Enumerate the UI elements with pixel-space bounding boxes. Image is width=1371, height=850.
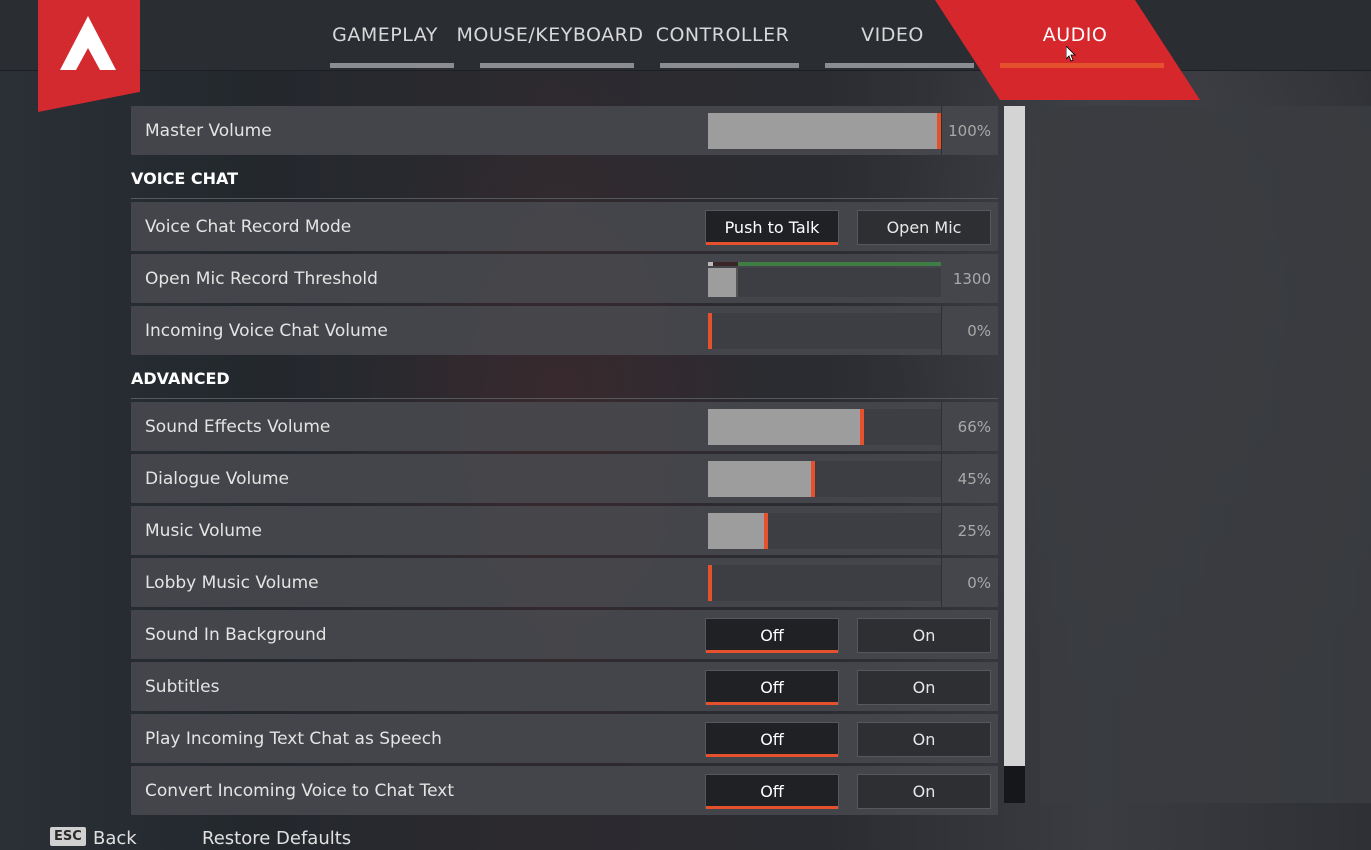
open-mic-button[interactable]: Open Mic <box>857 210 991 245</box>
tab-label: MOUSE/KEYBOARD <box>456 24 644 46</box>
sound-effects-volume-slider[interactable] <box>708 409 941 445</box>
description-pane <box>1040 106 1371 803</box>
tab-mouse-keyboard[interactable]: MOUSE/KEYBOARD <box>457 0 643 70</box>
slider-handle[interactable] <box>764 513 768 549</box>
tab-underline <box>330 63 454 68</box>
tab-underline <box>480 63 634 68</box>
open-mic-threshold-slider[interactable] <box>708 268 941 297</box>
text-chat-speech-off-button[interactable]: Off <box>705 722 839 757</box>
voice-to-text-off-button[interactable]: Off <box>705 774 839 809</box>
mic-level-indicator <box>708 262 713 266</box>
setting-label: Play Incoming Text Chat as Speech <box>145 728 442 749</box>
dialogue-volume-row: Dialogue Volume 45% <box>131 454 998 503</box>
sound-in-background-off-button[interactable]: Off <box>705 618 839 653</box>
slider-handle[interactable] <box>736 268 738 297</box>
setting-label: Lobby Music Volume <box>145 572 319 593</box>
setting-label: Music Volume <box>145 520 262 541</box>
setting-label: Sound Effects Volume <box>145 416 331 437</box>
scrollbar-thumb[interactable] <box>1004 106 1025 766</box>
incoming-voice-volume-slider[interactable] <box>708 313 941 349</box>
setting-label: Voice Chat Record Mode <box>145 216 352 237</box>
tab-label: AUDIO <box>1042 24 1108 46</box>
master-volume-slider[interactable] <box>708 113 941 149</box>
music-volume-row: Music Volume 25% <box>131 506 998 555</box>
tab-label: VIDEO <box>861 24 924 46</box>
setting-label: Subtitles <box>145 676 220 697</box>
voice-to-text-row: Convert Incoming Voice to Chat Text Off … <box>131 766 998 815</box>
slider-handle[interactable] <box>708 313 712 349</box>
section-heading-voice-chat: VOICE CHAT <box>131 158 998 199</box>
music-volume-slider[interactable] <box>708 513 941 549</box>
push-to-talk-button[interactable]: Push to Talk <box>705 210 839 245</box>
mic-level-range <box>738 262 941 266</box>
slider-fill <box>708 513 766 549</box>
sound-effects-volume-row: Sound Effects Volume 66% <box>131 402 998 451</box>
slider-handle[interactable] <box>860 409 864 445</box>
back-button[interactable]: Back <box>93 828 137 849</box>
lobby-music-volume-row: Lobby Music Volume 0% <box>131 558 998 607</box>
text-chat-speech-row: Play Incoming Text Chat as Speech Off On <box>131 714 998 763</box>
subtitles-off-button[interactable]: Off <box>705 670 839 705</box>
setting-value: 100% <box>941 106 998 155</box>
sound-in-background-on-button[interactable]: On <box>857 618 991 653</box>
setting-value: 0% <box>941 306 998 355</box>
esc-key-hint: ESC <box>50 827 86 846</box>
setting-label: Sound In Background <box>145 624 327 645</box>
setting-value: 0% <box>941 558 998 607</box>
slider-handle[interactable] <box>708 565 712 601</box>
open-mic-threshold-row: Open Mic Record Threshold 1300 <box>131 254 998 303</box>
subtitles-on-button[interactable]: On <box>857 670 991 705</box>
sound-in-background-row: Sound In Background Off On <box>131 610 998 659</box>
tab-underline <box>660 63 799 68</box>
setting-value: 45% <box>941 454 998 503</box>
tab-underline <box>825 63 974 68</box>
slider-fill <box>708 409 862 445</box>
slider-handle[interactable] <box>811 461 815 497</box>
text-chat-speech-on-button[interactable]: On <box>857 722 991 757</box>
incoming-voice-volume-row: Incoming Voice Chat Volume 0% <box>131 306 998 355</box>
settings-scrollbar[interactable] <box>1004 106 1025 803</box>
mic-level-meter <box>708 262 941 266</box>
slider-fill <box>708 461 813 497</box>
tab-label: CONTROLLER <box>655 24 790 46</box>
audio-settings-panel: Master Volume 100% VOICE CHAT Voice Chat… <box>131 106 998 818</box>
setting-value: 1300 <box>952 269 991 288</box>
apex-logo-icon <box>38 0 140 112</box>
setting-label: Dialogue Volume <box>145 468 290 489</box>
dialogue-volume-slider[interactable] <box>708 461 941 497</box>
tab-gameplay[interactable]: GAMEPLAY <box>310 0 460 70</box>
voice-to-text-on-button[interactable]: On <box>857 774 991 809</box>
slider-fill <box>708 113 941 149</box>
voice-chat-record-mode-row: Voice Chat Record Mode Push to Talk Open… <box>131 202 998 251</box>
setting-value: 66% <box>941 402 998 451</box>
master-volume-row: Master Volume 100% <box>131 106 998 155</box>
setting-label: Open Mic Record Threshold <box>145 268 378 289</box>
subtitles-row: Subtitles Off On <box>131 662 998 711</box>
setting-value: 25% <box>941 506 998 555</box>
lobby-music-volume-slider[interactable] <box>708 565 941 601</box>
tab-underline <box>1000 63 1164 68</box>
setting-label: Convert Incoming Voice to Chat Text <box>145 780 455 801</box>
mouse-cursor-icon <box>1066 46 1076 62</box>
setting-label: Incoming Voice Chat Volume <box>145 320 388 341</box>
tab-controller[interactable]: CONTROLLER <box>640 0 805 70</box>
tab-label: GAMEPLAY <box>332 24 438 46</box>
section-heading-advanced: ADVANCED <box>131 358 998 399</box>
footer-bar: ESC Back Restore Defaults <box>0 820 1371 850</box>
setting-label: Master Volume <box>145 120 272 141</box>
restore-defaults-button[interactable]: Restore Defaults <box>202 828 351 849</box>
slider-fill <box>708 268 738 297</box>
